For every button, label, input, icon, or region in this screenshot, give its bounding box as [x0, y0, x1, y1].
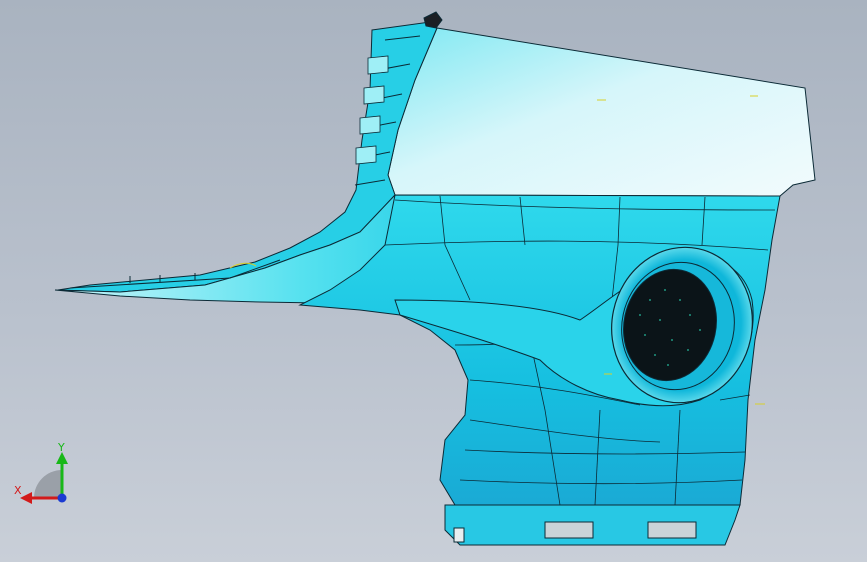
- upper-face: [387, 27, 816, 197]
- top-clip: [423, 11, 443, 29]
- cad-viewport[interactable]: Y X: [0, 0, 867, 562]
- x-axis-label: X: [14, 484, 22, 497]
- coordinate-triad-icon: [20, 452, 68, 504]
- z-axis-dot: [57, 493, 67, 503]
- cad-part-model[interactable]: [0, 0, 867, 562]
- y-axis-label: Y: [58, 441, 65, 454]
